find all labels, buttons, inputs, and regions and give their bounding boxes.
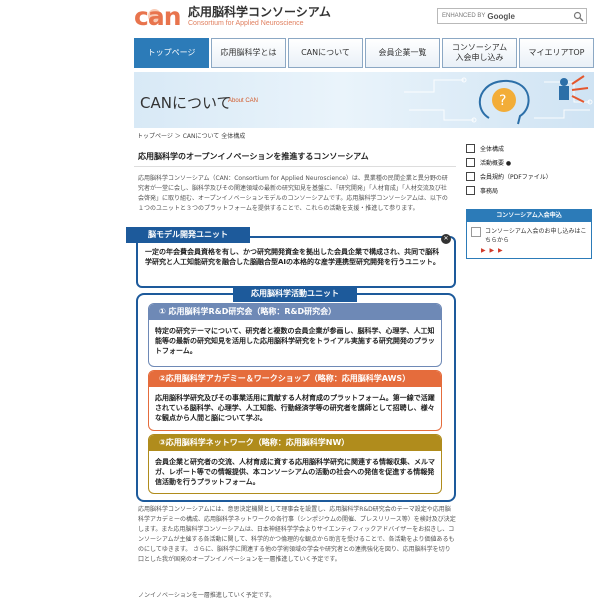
join-box-text: コンソーシアム入会のお申し込みはこちらから [485,228,587,244]
nav-top[interactable]: トップページ [134,38,209,68]
nav-myarea[interactable]: マイエリアTOP [519,38,594,68]
doc-icon [466,157,475,167]
sidebar-link-office[interactable]: 事務局 [466,183,592,197]
section-heading: 応用脳科学のオープンイノベーションを推進するコンソーシアム [134,144,456,167]
platform-text: 特定の研究テーマについて、研究者と複数の会員企業が参画し、脳科学、心理学、人工知… [155,327,435,355]
nav-about-can[interactable]: CANについて [288,38,363,68]
platform-nw: ③応用脳科学ネットワーク（略称：応用脳科学NW） 会員企業と研究者の交流、人材育… [148,434,442,494]
activity-unit-title: 応用脳科学活動ユニット [233,286,357,302]
sidebar: 全体構成 活動概要 ● 会員規約（PDFファイル） 事務局 コンソーシアム入会申… [466,141,592,259]
platform-title: ① 応用脳科学R&D研究会（略称：R&D研究会） [149,304,441,320]
nav-about-neuroscience[interactable]: 応用脳科学とは [211,38,286,68]
site-header: can 応用脳科学コンソーシアム Consortium for Applied … [0,0,600,36]
doc-icon [466,143,475,153]
join-box[interactable]: コンソーシアム入会申込 コンソーシアム入会のお申し込みはこちらから ▶ ▶ ▶ [466,209,592,259]
sidebar-link-structure[interactable]: 全体構成 [466,141,592,155]
join-arrows[interactable]: ▶ ▶ ▶ [467,247,591,258]
form-icon [471,227,481,237]
close-icon: ✕ [441,234,451,244]
outro-text: 応用脳科学コンソーシアムには、意思決定機関として理事会を設置し、応用脳科学R&D… [138,506,456,563]
platform-text: 応用脳科学研究及びその事業活用に貢献する人材育成のプラットフォーム。第一線で活躍… [155,394,435,422]
main-content: 応用脳科学のオープンイノベーションを推進するコンソーシアム 応用脳科学コンソーシ… [134,144,456,214]
logo-title: 応用脳科学コンソーシアム [188,5,331,19]
intro-text: 応用脳科学コンソーシアム（CAN：Consortium for Applied … [138,175,448,212]
nav-join[interactable]: コンソーシアム 入会申し込み [442,38,517,68]
platform-title: ②応用脳科学アカデミー＆ワークショップ（略称：応用脳科学AWS） [149,371,441,387]
can-logo-mark: can [134,2,181,31]
google-brand: Google [487,11,515,21]
page-hero: CANについて About CAN ? [134,72,594,128]
pdf-icon [466,171,475,181]
platform-aws: ②応用脳科学アカデミー＆ワークショップ（略称：応用脳科学AWS） 応用脳科学研究… [148,370,442,431]
platform-title: ③応用脳科学ネットワーク（略称：応用脳科学NW） [149,435,441,451]
hero-illustration: ? [404,75,593,125]
site-logo[interactable]: can 応用脳科学コンソーシアム Consortium for Applied … [134,4,331,30]
doc-icon [466,185,475,195]
breadcrumb[interactable]: トップページ ＞ CANについて 全体構成 [137,131,245,140]
platform-rd: ① 応用脳科学R&D研究会（略称：R&D研究会） 特定の研究テーマについて、研究… [148,303,442,367]
main-nav: トップページ 応用脳科学とは CANについて 会員企業一覧 コンソーシアム 入会… [134,38,594,68]
platform-text: 会員企業と研究者の交流、人材育成に資する応用脳科学研究に関連する情報収集、メルマ… [155,458,435,486]
join-box-header: コンソーシアム入会申込 [467,210,591,222]
page-subtitle: About CAN [228,98,259,104]
logo-subtitle: Consortium for Applied Neuroscience [188,20,304,27]
sidebar-link-activities[interactable]: 活動概要 ● [466,155,592,169]
search-icon[interactable] [573,11,584,22]
svg-text:?: ? [499,93,506,109]
search-input[interactable]: ENHANCED BY Google [437,8,587,24]
sidebar-link-bylaws[interactable]: 会員規約（PDFファイル） [466,169,592,183]
nav-members[interactable]: 会員企業一覧 [365,38,440,68]
page-title: CANについて [140,94,232,112]
outro-last-line: ノンイノベーションを一層推進していく予定です。 [138,592,276,599]
brain-model-unit-title: 脳モデル開発ユニット [126,227,250,243]
search-placeholder: ENHANCED BY [442,13,486,19]
brain-model-unit-text: 一定の年会費会員資格を有し、かつ研究開発資金を拠出した会員企業で構成され、共同で… [145,248,440,266]
